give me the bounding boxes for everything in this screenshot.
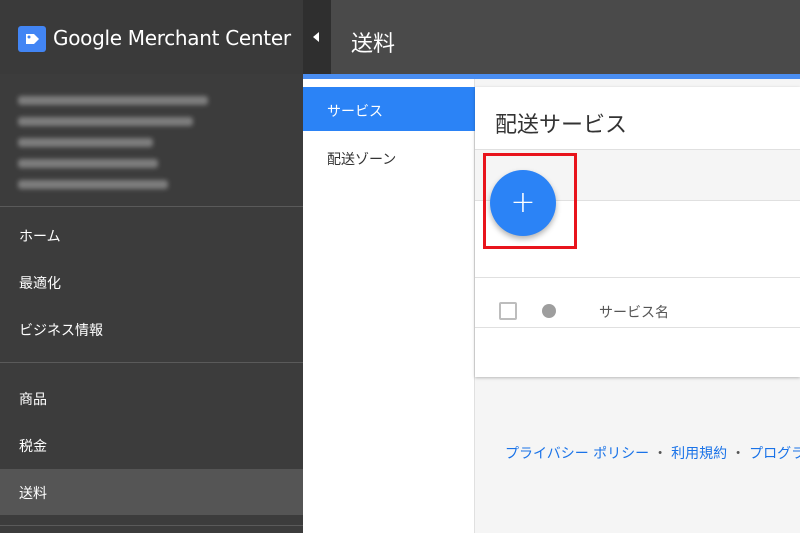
subnav-item-label: 配送ゾーン: [327, 152, 397, 168]
sidebar-collapse-button[interactable]: [303, 0, 331, 74]
account-line: [18, 180, 168, 189]
sidebar-item-business-info[interactable]: ビジネス情報: [0, 306, 303, 352]
account-line: [18, 117, 193, 126]
status-dot-icon: [542, 304, 556, 318]
sidebar-item-label: 最適化: [19, 276, 61, 292]
sidebar: Google Merchant Center ホーム 最適化 ビジネス情報 商品…: [0, 0, 303, 533]
card-divider: [475, 327, 800, 328]
merchant-tag-icon: [18, 26, 46, 52]
program-policy-link[interactable]: プログラ: [749, 446, 800, 462]
footer-links: プライバシー ポリシー・利用規約・プログラ: [505, 443, 800, 463]
page-title: 送料: [351, 32, 396, 57]
card-divider: [475, 277, 800, 278]
subnav-item-services[interactable]: サービス: [303, 87, 475, 131]
main-content: 配送サービス サービス名 + プライバシー ポリシー・利用規約・プログラ: [475, 79, 800, 533]
column-header-service-name[interactable]: サービス名: [599, 302, 669, 322]
chevron-left-icon: [313, 32, 319, 42]
account-line: [18, 159, 158, 168]
sidebar-item-tax[interactable]: 税金: [0, 422, 303, 468]
sidebar-item-label: 商品: [19, 392, 47, 408]
sidebar-item-products[interactable]: 商品: [0, 375, 303, 421]
sidebar-item-label: 税金: [19, 439, 47, 455]
app-name: Google Merchant Center: [53, 26, 291, 50]
link-separator: ・: [731, 446, 746, 462]
sidebar-divider: [0, 362, 303, 363]
sidebar-divider: [0, 206, 303, 207]
sub-navigation: サービス 配送ゾーン: [303, 79, 475, 533]
privacy-policy-link[interactable]: プライバシー ポリシー: [505, 446, 649, 462]
sidebar-item-label: ビジネス情報: [19, 323, 103, 339]
account-info: [18, 96, 218, 201]
select-all-checkbox[interactable]: [499, 302, 517, 320]
sidebar-item-label: ホーム: [19, 229, 61, 245]
subnav-item-shipping-zones[interactable]: 配送ゾーン: [303, 135, 475, 179]
sidebar-divider: [0, 525, 303, 526]
top-bar: 送料: [331, 0, 800, 74]
sidebar-item-shipping[interactable]: 送料: [0, 469, 303, 515]
sidebar-item-optimization[interactable]: 最適化: [0, 259, 303, 305]
account-line: [18, 96, 208, 105]
terms-link[interactable]: 利用規約: [671, 446, 727, 462]
sidebar-item-home[interactable]: ホーム: [0, 212, 303, 258]
sidebar-item-label: 送料: [19, 486, 47, 502]
subnav-item-label: サービス: [327, 104, 383, 120]
account-line: [18, 138, 153, 147]
card-title: 配送サービス: [495, 113, 628, 138]
highlight-box: [483, 153, 577, 249]
brand-header[interactable]: Google Merchant Center: [0, 0, 303, 74]
link-separator: ・: [653, 446, 668, 462]
